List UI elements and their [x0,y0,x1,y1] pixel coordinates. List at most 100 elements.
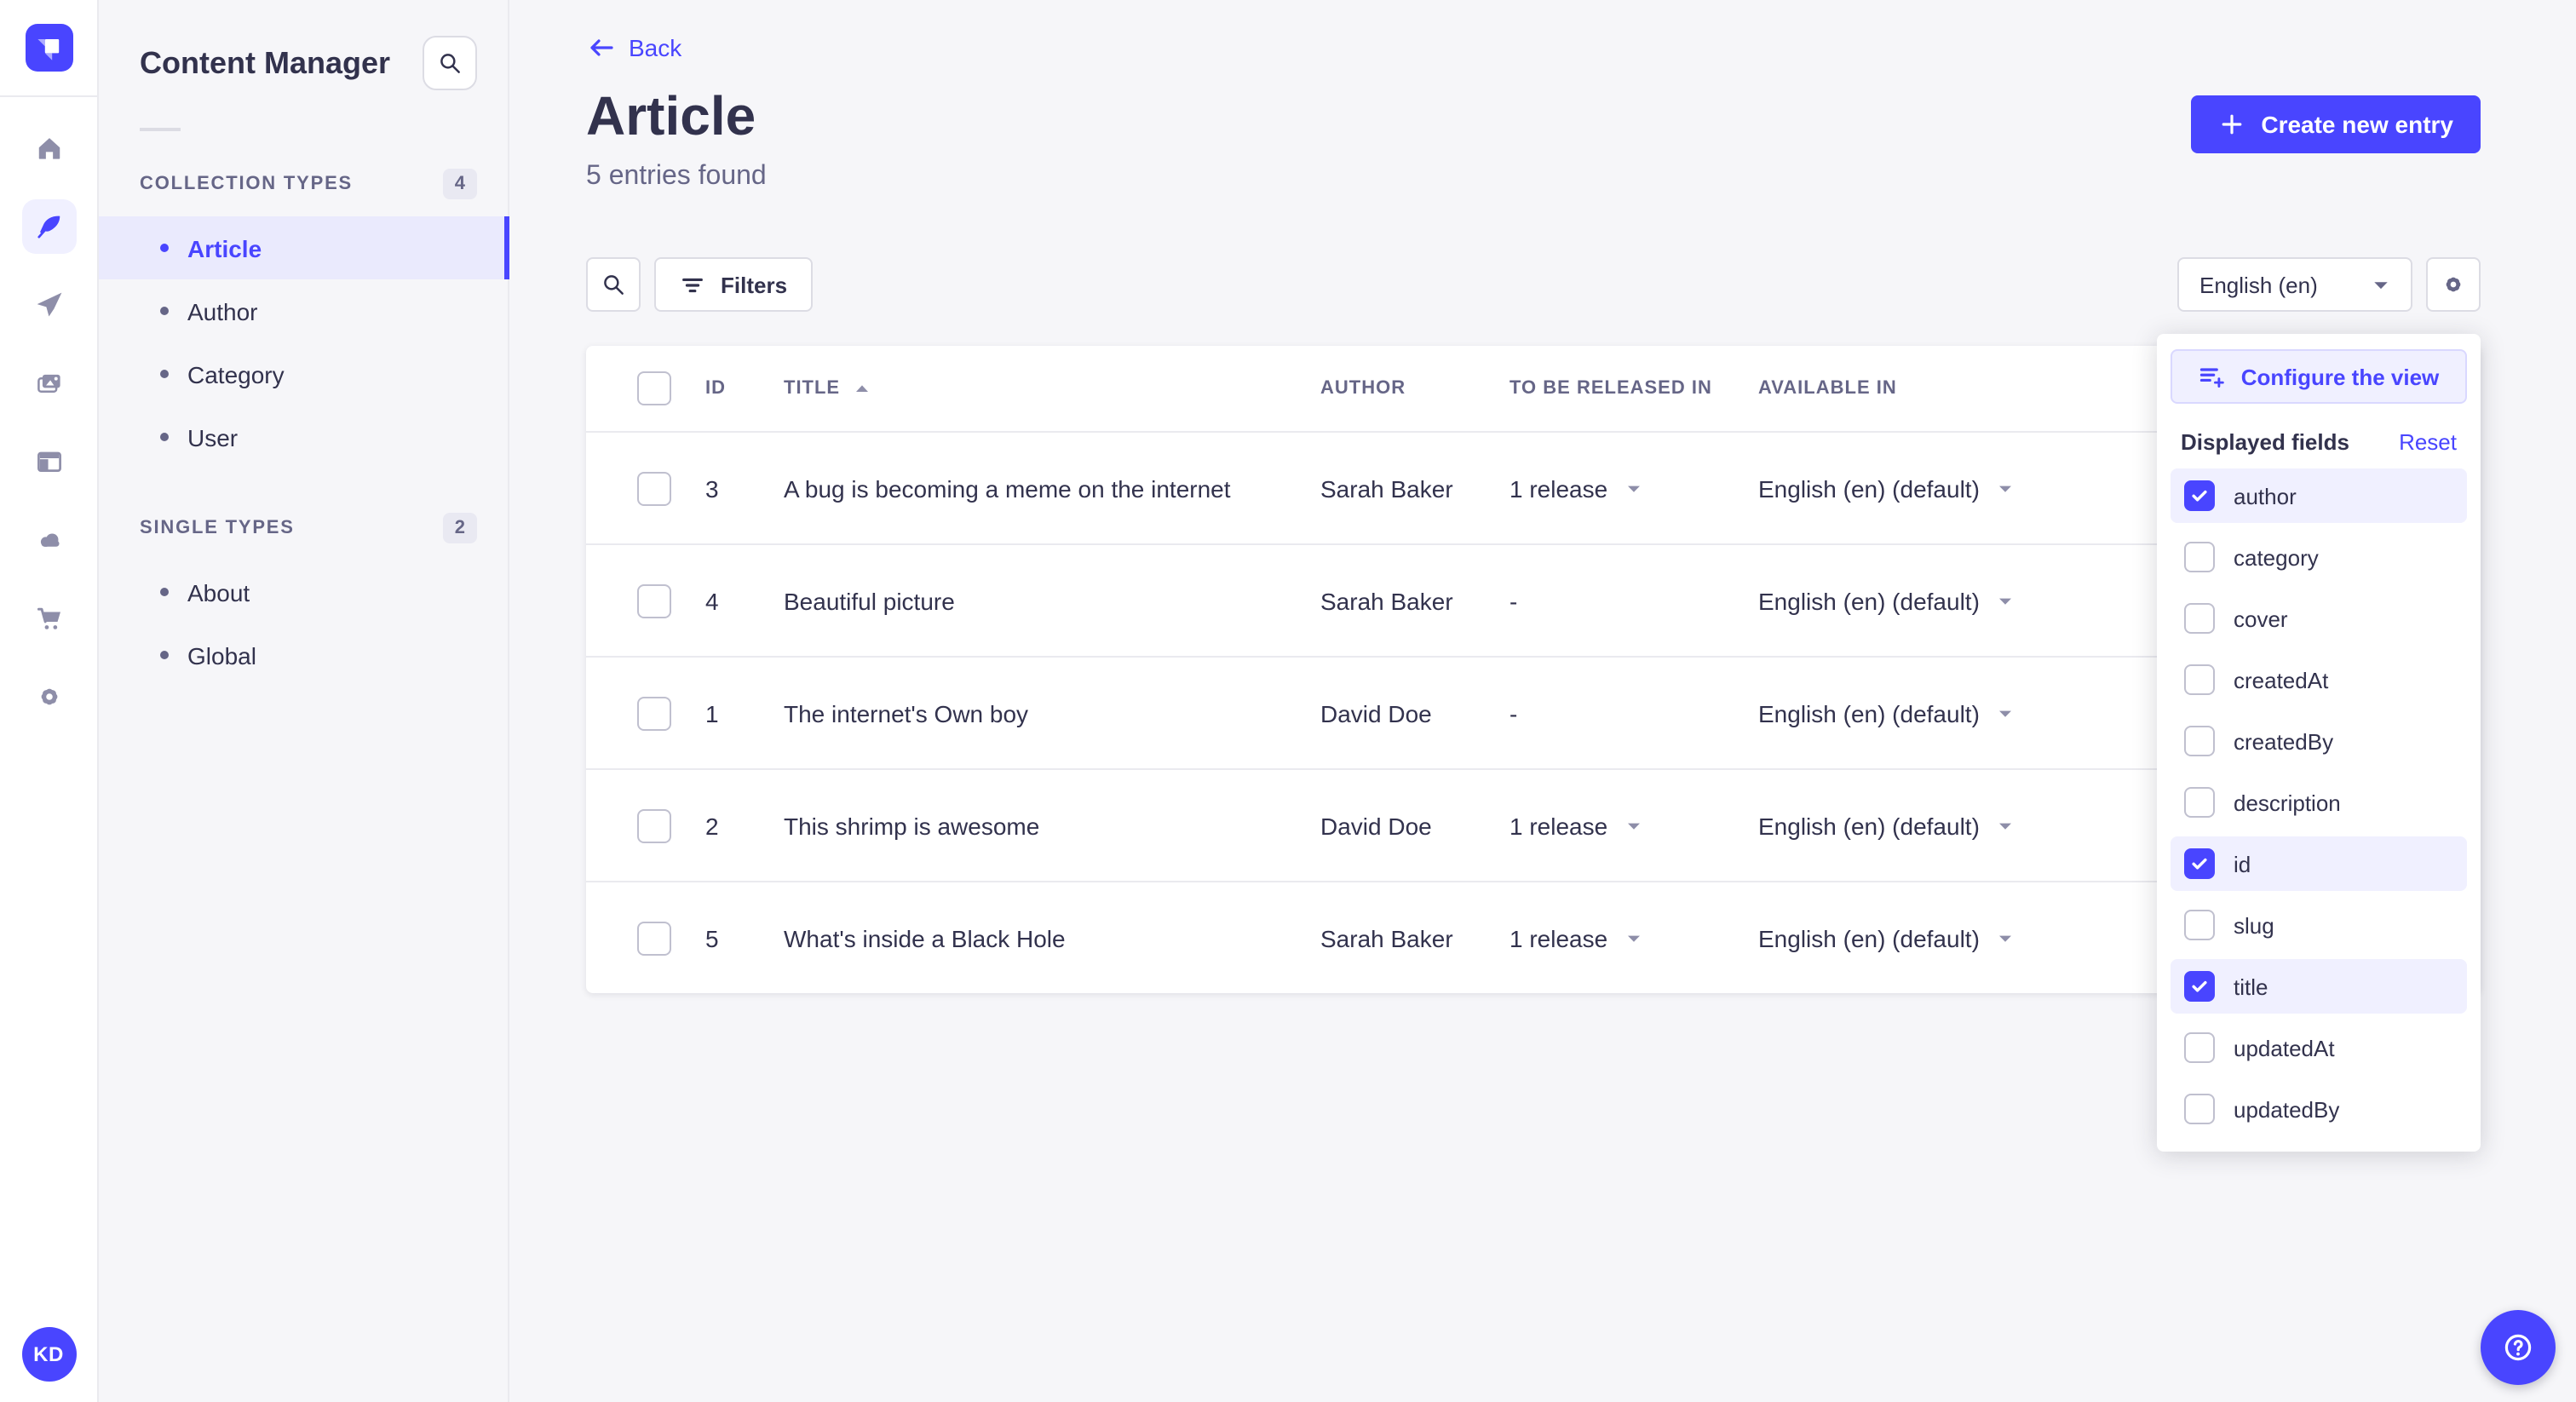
locale-select[interactable]: English (en) [2177,257,2412,312]
row-checkbox[interactable] [637,583,671,618]
checkbox[interactable] [2184,971,2215,1002]
sidebar-item-author[interactable]: Author [99,279,508,342]
cell-author: David Doe [1320,812,1432,839]
column-header-released[interactable]: TO BE RELEASED IN [1509,378,1758,399]
checkbox[interactable] [2184,603,2215,634]
check-icon [2192,858,2207,870]
sidebar-item-about[interactable]: About [99,560,508,623]
webpages-icon[interactable] [21,434,76,489]
bullet-icon [160,244,169,252]
checkbox[interactable] [2184,910,2215,940]
cell-title: A bug is becoming a meme on the internet [784,474,1231,502]
question-mark-icon [2504,1334,2532,1361]
create-new-entry-button[interactable]: Create new entry [2191,95,2481,153]
checkbox[interactable] [2184,1032,2215,1063]
row-checkbox[interactable] [637,696,671,730]
cell-author: Sarah Baker [1320,924,1453,951]
field-toggle-id[interactable]: id [2171,836,2467,891]
field-toggle-list: author category cover createdAt createdB… [2171,468,2467,1136]
configure-list-icon [2200,368,2225,388]
column-header-title[interactable]: TITLE [784,378,1320,399]
checkbox[interactable] [2184,542,2215,572]
reset-link[interactable]: Reset [2399,429,2457,455]
checkbox[interactable] [2184,480,2215,511]
locale-value: English (en) [2199,272,2318,297]
column-header-id[interactable]: ID [705,378,784,399]
search-icon [604,275,624,295]
sidebar-item-user[interactable]: User [99,405,508,468]
select-all-checkbox[interactable] [637,371,671,405]
back-link[interactable]: Back [586,34,681,61]
media-library-icon[interactable] [21,356,76,411]
field-toggle-description[interactable]: description [2171,775,2467,830]
cell-released[interactable]: - [1509,699,1758,727]
filters-button[interactable]: Filters [654,257,814,312]
bullet-icon [160,370,169,378]
field-toggle-createdAt[interactable]: createdAt [2171,652,2467,707]
sidebar-item-category[interactable]: Category [99,342,508,405]
check-icon [2192,490,2207,502]
content-manager-icon[interactable] [21,199,76,254]
main-nav-rail: KD [0,0,99,1402]
cell-released[interactable]: - [1509,587,1758,614]
field-toggle-slug[interactable]: slug [2171,898,2467,952]
cell-id: 3 [705,474,719,502]
view-settings-button[interactable] [2426,257,2481,312]
cell-author: Sarah Baker [1320,587,1453,614]
cell-released[interactable]: 1 release [1509,924,1758,951]
plus-icon [2222,114,2242,135]
row-checkbox[interactable] [637,921,671,955]
configure-view-button[interactable]: Configure the view [2171,349,2467,404]
checkbox[interactable] [2184,726,2215,756]
cell-title: This shrimp is awesome [784,812,1040,839]
field-toggle-updatedAt[interactable]: updatedAt [2171,1020,2467,1075]
main-content: Back Article 5 entries found Create new … [509,0,2576,1402]
arrow-left-icon [590,39,613,56]
chevron-down-icon [1627,934,1640,941]
checkbox[interactable] [2184,848,2215,879]
field-toggle-title[interactable]: title [2171,959,2467,1014]
settings-icon[interactable] [21,669,76,724]
sidebar-title: Content Manager [140,45,391,79]
chevron-down-icon [1998,597,2011,604]
displayed-fields-title: Displayed fields [2181,429,2349,455]
checkbox[interactable] [2184,664,2215,695]
app-window: KD Content Manager COLLECTION TYPES 4 Ar… [0,0,2576,1402]
sort-asc-icon [856,385,869,392]
checkbox[interactable] [2184,1094,2215,1124]
row-checkbox[interactable] [637,471,671,505]
strapi-logo[interactable] [25,24,72,72]
home-icon[interactable] [21,121,76,175]
deploy-icon[interactable] [21,513,76,567]
field-toggle-createdBy[interactable]: createdBy [2171,714,2467,768]
sidebar-search-button[interactable] [423,36,477,90]
field-toggle-cover[interactable]: cover [2171,591,2467,646]
field-toggle-updatedBy[interactable]: updatedBy [2171,1082,2467,1136]
nav-icon-list [21,121,76,724]
cell-id: 2 [705,812,719,839]
field-toggle-category[interactable]: category [2171,530,2467,584]
chevron-down-icon [1998,710,2011,716]
sidebar-item-article[interactable]: Article [99,216,509,279]
field-toggle-author[interactable]: author [2171,468,2467,523]
check-icon [2192,980,2207,992]
row-checkbox[interactable] [637,808,671,842]
entries-count: 5 entries found [586,162,767,191]
sidebar-item-label: User [187,423,239,451]
releases-icon[interactable] [21,278,76,332]
sidebar-item-label: About [187,578,250,606]
search-button[interactable] [586,257,641,312]
sidebar-item-global[interactable]: Global [99,623,508,687]
sidebar-item-label: Category [187,360,285,388]
cell-id: 4 [705,587,719,614]
collection-types-header: COLLECTION TYPES 4 [99,155,508,213]
help-button[interactable] [2481,1310,2556,1385]
user-avatar[interactable]: KD [21,1327,76,1382]
purchases-icon[interactable] [21,591,76,646]
column-header-author[interactable]: AUTHOR [1320,378,1509,399]
checkbox[interactable] [2184,787,2215,818]
cell-released[interactable]: 1 release [1509,474,1758,502]
cell-released[interactable]: 1 release [1509,812,1758,839]
chevron-down-icon [1998,485,2011,491]
cell-author: Sarah Baker [1320,474,1453,502]
